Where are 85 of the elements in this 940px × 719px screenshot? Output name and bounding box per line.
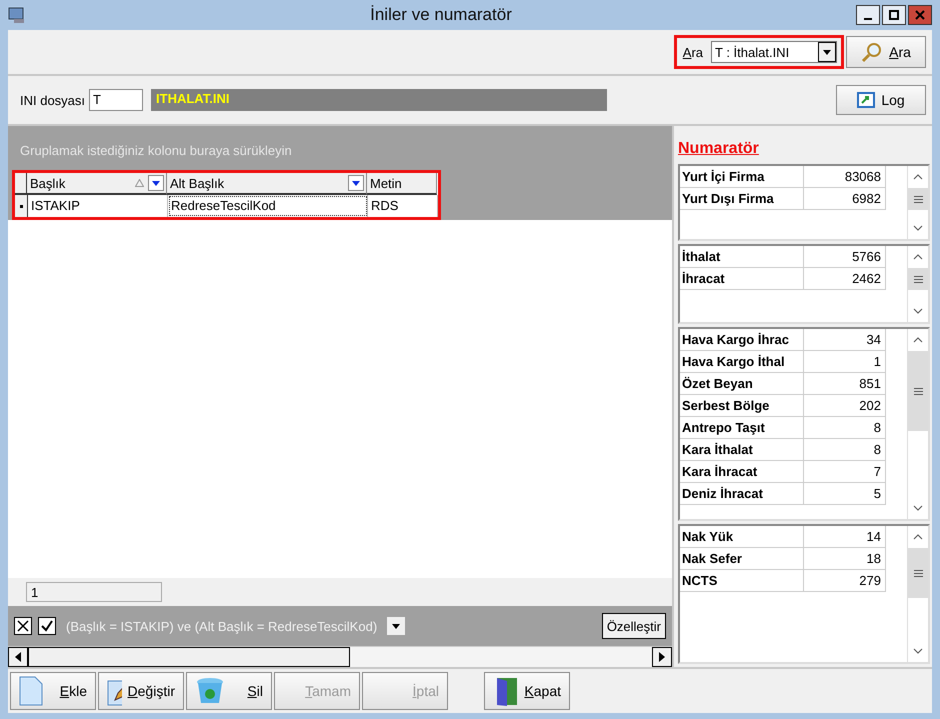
counter-label: Deniz İhracat [680, 483, 804, 505]
counter-label: Antrepo Taşıt [680, 417, 804, 439]
counter-label: Kara İhracat [680, 461, 804, 483]
column-header[interactable]: Metin [367, 173, 437, 195]
counter-value: 8 [804, 439, 886, 461]
close-icon [915, 10, 925, 20]
customize-button[interactable]: Özelleştir [602, 613, 666, 639]
caret-icon [823, 50, 831, 54]
counter-value: 2462 [804, 268, 886, 290]
ini-file-name: ITHALAT.INI [151, 89, 608, 111]
counter-label: Hava Kargo İthal [680, 351, 804, 373]
action-button[interactable]: Değiştir [98, 672, 184, 710]
header-corner [15, 173, 27, 195]
grip-icon [914, 276, 922, 282]
caret-icon [352, 180, 360, 186]
scrollbar-thumb[interactable] [908, 351, 928, 431]
counter-label: Nak Yük [680, 526, 804, 548]
table-cell: RDS [368, 195, 438, 217]
window-title: İniler ve numaratör [369, 5, 513, 25]
caret-icon [392, 624, 400, 628]
scrollbar-thumb[interactable] [908, 268, 928, 290]
search-icon [861, 41, 884, 63]
counter-value: 279 [804, 570, 886, 592]
counter-value: 5 [804, 483, 886, 505]
counter-label: NCTS [680, 570, 804, 592]
left-arrow-icon [15, 652, 21, 662]
counter-label: Yurt İçi Firma [680, 166, 804, 188]
document-icon [19, 676, 43, 706]
counter-value: 14 [804, 526, 886, 548]
filter-dropdown-button[interactable] [387, 617, 406, 635]
clear-filter-button[interactable] [14, 617, 32, 635]
minimize-button[interactable] [856, 5, 880, 25]
counter-value: 5766 [804, 246, 886, 268]
group-hint: Gruplamak istediğiniz kolonu buraya sürükleyin [20, 143, 292, 160]
right-arrow-icon [659, 652, 665, 662]
search-combo-box[interactable]: T : İthalat.INI [711, 41, 837, 63]
counter-value: 7 [804, 461, 886, 483]
counter-value: 18 [804, 548, 886, 570]
filter-expression: (Başlık = ISTAKIP) ve (Alt Başlık = RedreseTescilKod) [66, 618, 378, 634]
minimize-icon [864, 18, 872, 20]
recycle-bin-icon [195, 676, 225, 706]
scrollbar-thumb[interactable] [908, 548, 928, 598]
close-button[interactable] [908, 5, 932, 25]
scrollbar-thumb[interactable] [908, 188, 928, 210]
table-cell: RedreseTescilKod [168, 195, 368, 217]
counter-label: Nak Sefer [680, 548, 804, 570]
action-button[interactable]: Kapat [484, 672, 570, 710]
counter-value: 83068 [804, 166, 886, 188]
numerator-title: Numaratör [678, 140, 760, 158]
counter-label: İhracat [680, 268, 804, 290]
ini-code-field[interactable]: T [89, 89, 144, 111]
counter-label: İthalat [680, 246, 804, 268]
counter-label: Kara İthalat [680, 439, 804, 461]
counter-value: 34 [804, 329, 886, 351]
ini-file-label: INI dosyası [20, 92, 86, 108]
counter-label: Serbest Bölge [680, 395, 804, 417]
counter-label: Yurt Dışı Firma [680, 188, 804, 210]
filter-checkbox[interactable] [38, 617, 56, 635]
counter-value: 8 [804, 417, 886, 439]
column-header[interactable]: Başlık [27, 173, 167, 195]
counter-value: 202 [804, 395, 886, 417]
maximize-icon [889, 10, 899, 20]
scroll-left-button[interactable] [8, 647, 28, 667]
log-button[interactable]: Log [836, 85, 926, 115]
scroll-right-button[interactable] [652, 647, 672, 667]
grip-icon [914, 570, 922, 576]
counter-label: Özet Beyan [680, 373, 804, 395]
search-label: Ara [682, 44, 704, 60]
grip-icon [914, 196, 922, 202]
action-button[interactable]: Ekle [10, 672, 96, 710]
caret-icon [152, 180, 160, 186]
counter-value: 851 [804, 373, 886, 395]
counter-value: 6982 [804, 188, 886, 210]
filter-dropdown-button[interactable] [148, 175, 164, 191]
footer-summary: 1 [26, 582, 162, 602]
grip-icon [914, 388, 922, 394]
counter-label: Hava Kargo İhrac [680, 329, 804, 351]
scrollbar-thumb[interactable] [28, 647, 350, 667]
filter-dropdown-button[interactable] [348, 175, 364, 191]
column-header[interactable]: Alt Başlık [167, 173, 367, 195]
action-button[interactable]: Sil [186, 672, 272, 710]
maximize-button[interactable] [882, 5, 906, 25]
counter-value: 1 [804, 351, 886, 373]
search-button[interactable]: Ara [846, 36, 926, 68]
table-cell: ISTAKIP [28, 195, 168, 217]
